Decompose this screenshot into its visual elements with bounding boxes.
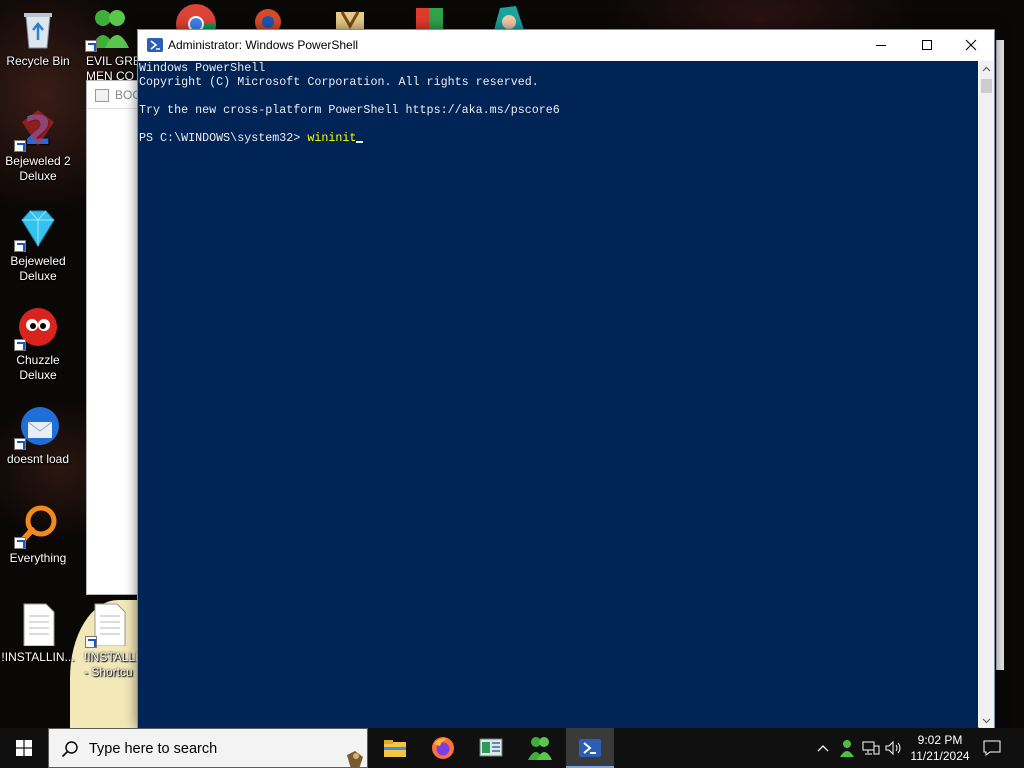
chuzzle-icon <box>14 305 60 351</box>
vertical-scrollbar[interactable] <box>979 61 994 728</box>
green-men-tray-icon <box>840 740 854 757</box>
desktop-icon-bejeweled-2[interactable]: 2 Bejeweled 2 Deluxe <box>0 106 76 184</box>
cortana-figure-icon <box>345 747 367 768</box>
green-men-icon <box>528 737 552 760</box>
everything-search-icon <box>14 503 60 549</box>
recycle-bin-icon <box>16 6 60 50</box>
taskbar-powershell[interactable] <box>566 728 614 768</box>
start-button[interactable] <box>0 728 48 768</box>
tray-green-men[interactable] <box>836 728 858 768</box>
icon-label: !INSTALLIN... <box>1 650 75 664</box>
powershell-console[interactable]: Windows PowerShell Copyright (C) Microso… <box>138 61 978 728</box>
close-button[interactable] <box>948 30 994 60</box>
console-line: Try the new cross-platform PowerShell ht… <box>139 103 560 117</box>
search-icon <box>61 740 79 763</box>
powershell-app-icon <box>147 38 163 52</box>
taskbar: Type here to search 9:02 PM 11/21/2024 <box>0 728 1024 768</box>
desktop-icon-installing-shortcut[interactable]: !INSTALLI - Shortcu <box>78 602 140 680</box>
taskbar-file-explorer[interactable] <box>371 728 419 768</box>
console-line: Copyright (C) Microsoft Corporation. All… <box>139 75 539 89</box>
thunderbird-icon <box>14 404 60 450</box>
file-explorer-icon <box>384 740 406 757</box>
action-center-button[interactable] <box>980 728 1004 768</box>
icon-label: Bejeweled 2 Deluxe <box>5 154 71 183</box>
text-cursor <box>356 141 364 143</box>
console-line: Windows PowerShell <box>139 61 266 75</box>
clock-time: 9:02 PM <box>917 733 963 747</box>
taskbar-firefox[interactable] <box>419 728 467 768</box>
speaker-icon <box>885 740 901 756</box>
minimize-icon <box>876 45 886 46</box>
desktop-icon-recycle-bin[interactable]: Recycle Bin <box>0 6 76 69</box>
chevron-up-icon <box>982 66 991 71</box>
icon-label: Everything <box>9 551 67 565</box>
app-shortcut-icon[interactable] <box>248 0 288 35</box>
windows-logo-icon <box>16 740 32 756</box>
scrollbar-thumb[interactable] <box>981 79 992 93</box>
firefox-icon <box>432 737 454 759</box>
desktop-icon-bejeweled[interactable]: Bejeweled Deluxe <box>0 206 76 284</box>
taskbar-control-panel[interactable] <box>467 728 515 768</box>
taskbar-green-men[interactable] <box>516 728 564 768</box>
background-window-edge <box>996 40 1004 670</box>
green-men-icon <box>85 6 131 52</box>
window-title: Administrator: Windows PowerShell <box>168 38 359 52</box>
bejeweled-icon <box>14 206 60 252</box>
powershell-titlebar[interactable]: Administrator: Windows PowerShell <box>138 30 994 61</box>
minimize-button[interactable] <box>858 30 904 60</box>
shield-app-icon[interactable] <box>408 0 452 30</box>
taskbar-clock[interactable]: 9:02 PM 11/21/2024 <box>904 732 976 764</box>
game-shortcut-icon[interactable] <box>330 0 370 30</box>
desktop-icon-green-men[interactable]: EVIL GREE MEN CO <box>78 6 140 84</box>
desktop-icon-chuzzle[interactable]: Chuzzle Deluxe <box>0 305 76 383</box>
control-panel-icon <box>479 738 503 757</box>
console-command: wininit <box>307 131 357 145</box>
text-file-icon <box>16 602 60 647</box>
desktop-icon-everything[interactable]: Everything <box>0 503 76 566</box>
powershell-icon <box>579 739 601 757</box>
clock-date: 11/21/2024 <box>910 749 970 763</box>
taskbar-search-box[interactable]: Type here to search <box>48 728 368 768</box>
desktop-icon-installing-file[interactable]: !INSTALLIN... <box>0 602 76 665</box>
notification-icon <box>983 740 1001 756</box>
volume-button[interactable] <box>883 728 905 768</box>
console-prompt-line[interactable]: PS C:\WINDOWS\system32> wininit <box>139 131 978 145</box>
search-placeholder: Type here to search <box>89 741 218 757</box>
desktop-icon-thunderbird[interactable]: doesnt load <box>0 404 76 467</box>
icon-label: !INSTALLI - Shortcu <box>84 650 139 679</box>
show-hidden-icons-button[interactable] <box>812 728 834 768</box>
chevron-down-icon <box>982 718 991 723</box>
scroll-up-button[interactable] <box>979 61 994 76</box>
powershell-window[interactable]: Administrator: Windows PowerShell Window… <box>137 29 995 728</box>
chrome-icon[interactable] <box>172 0 220 44</box>
anime-app-icon[interactable] <box>486 0 530 30</box>
chevron-up-icon <box>817 745 829 752</box>
icon-label: Recycle Bin <box>6 54 70 68</box>
icon-label: Bejeweled Deluxe <box>10 254 66 283</box>
maximize-icon <box>922 40 932 50</box>
icon-label: Chuzzle Deluxe <box>16 353 60 382</box>
close-icon <box>965 39 977 51</box>
icon-label: doesnt load <box>6 452 70 466</box>
scroll-down-button[interactable] <box>979 713 994 728</box>
network-icon <box>862 741 880 755</box>
bejeweled-2-icon: 2 <box>14 106 60 154</box>
network-button[interactable] <box>860 728 882 768</box>
console-prompt: PS C:\WINDOWS\system32> <box>139 131 308 145</box>
text-file-shortcut-icon <box>85 602 131 648</box>
maximize-button[interactable] <box>904 30 950 60</box>
